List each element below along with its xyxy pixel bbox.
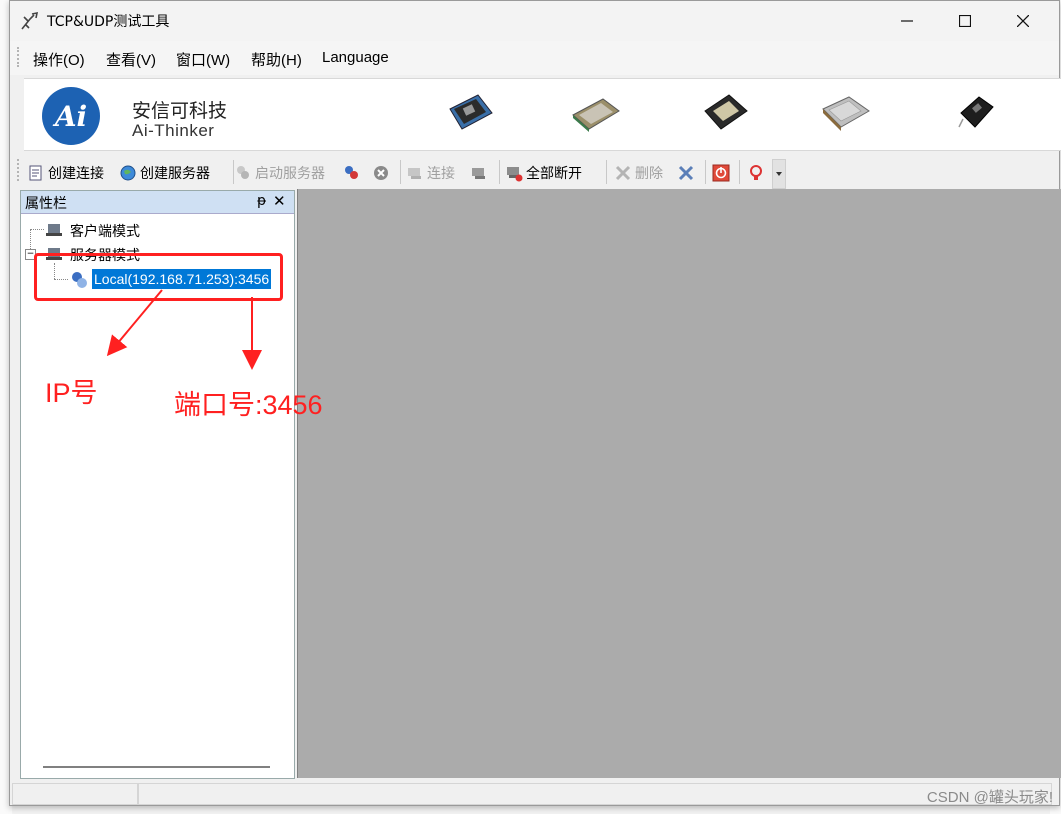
menu-help[interactable]: 帮助(H) xyxy=(251,49,302,70)
start-server-icon xyxy=(237,166,249,179)
new-document-icon xyxy=(29,165,42,181)
toolbar-overflow-button[interactable] xyxy=(772,159,786,189)
delete-label: 删除 xyxy=(635,166,663,182)
client-mode-icon xyxy=(46,224,62,236)
close-panel-icon[interactable]: ✕ xyxy=(273,192,286,210)
create-connection-button[interactable]: 创建连接 xyxy=(27,162,104,184)
disconnect-all-icon xyxy=(507,167,523,182)
help-button[interactable] xyxy=(747,162,768,184)
tree-node-client-mode[interactable]: 客户端模式 xyxy=(70,221,140,241)
company-name-cn: 安信可科技 xyxy=(132,100,228,122)
minimize-icon xyxy=(901,20,913,22)
globe-server-icon xyxy=(120,165,136,181)
panel-header: 属性栏 ᵽ ✕ xyxy=(21,191,294,214)
title-bar: TCP&UDP测试工具 xyxy=(10,1,1059,41)
company-name-en: Ai-Thinker xyxy=(132,121,215,140)
toolbar-grip xyxy=(17,159,21,181)
menu-bar xyxy=(10,41,1059,75)
power-button[interactable] xyxy=(712,162,733,184)
create-connection-label: 创建连接 xyxy=(48,166,104,182)
toolbar-separator xyxy=(499,160,500,184)
help-icon xyxy=(750,165,762,180)
annotation-highlight-box xyxy=(34,253,283,301)
toolbar-separator xyxy=(400,160,401,184)
menu-language[interactable]: Language xyxy=(322,49,389,66)
ai-thinker-logo: Ai xyxy=(42,87,100,145)
wifi-module-image-3 xyxy=(704,94,748,130)
power-icon xyxy=(712,164,730,182)
clear-button[interactable] xyxy=(677,162,698,184)
menu-view[interactable]: 查看(V) xyxy=(106,49,156,70)
menubar-grip xyxy=(17,47,21,67)
toolbar-separator xyxy=(739,160,740,184)
disconnect-all-label: 全部断开 xyxy=(526,166,582,182)
menu-operate[interactable]: 操作(O) xyxy=(33,49,85,70)
create-server-label: 创建服务器 xyxy=(140,166,210,182)
wifi-module-image-5 xyxy=(958,96,994,128)
start-server-button[interactable]: 启动服务器 xyxy=(234,162,325,184)
connect-icon xyxy=(408,168,421,179)
watermark: CSDN @罐头玩家! xyxy=(926,789,1053,806)
disconnect-all-button[interactable]: 全部断开 xyxy=(505,162,582,184)
disconnect-icon xyxy=(472,168,485,179)
delete-button[interactable]: 删除 xyxy=(614,162,663,184)
clear-icon xyxy=(678,165,694,181)
status-segment xyxy=(12,783,138,805)
stop-button[interactable] xyxy=(372,162,393,184)
main-content-area xyxy=(297,189,1061,778)
close-icon xyxy=(1017,15,1029,27)
close-button[interactable] xyxy=(994,1,1052,41)
app-logo-icon xyxy=(21,11,39,30)
create-server-button[interactable]: 创建服务器 xyxy=(119,162,210,184)
pin-icon[interactable]: ᵽ xyxy=(257,193,266,209)
wifi-module-image-1 xyxy=(449,94,493,130)
start-server-label: 启动服务器 xyxy=(255,166,325,182)
toolbar-separator xyxy=(606,160,607,184)
connect-label: 连接 xyxy=(427,166,455,182)
delete-x-icon xyxy=(615,165,631,181)
disconnect-button[interactable] xyxy=(470,162,491,184)
logo-text: Ai xyxy=(54,99,88,133)
status-segment xyxy=(138,783,1052,805)
chevron-down-icon xyxy=(776,172,782,176)
menu-window[interactable]: 窗口(W) xyxy=(176,49,230,70)
window-title: TCP&UDP测试工具 xyxy=(47,14,170,30)
annotation-port-label: 端口号:3456 xyxy=(174,390,323,420)
server-users-button[interactable] xyxy=(342,162,363,184)
maximize-icon xyxy=(959,15,971,27)
maximize-button[interactable] xyxy=(936,1,994,41)
annotation-ip-label: IP号 xyxy=(45,378,98,408)
wifi-module-image-2 xyxy=(572,98,620,132)
toolbar-separator xyxy=(705,160,706,184)
app-window: TCP&UDP测试工具 操作(O) 查看(V) 窗口(W) 帮助(H) Lang… xyxy=(9,0,1061,806)
wifi-module-image-4 xyxy=(822,96,870,131)
vendor-banner: Ai 安信可科技 Ai-Thinker xyxy=(24,78,1061,151)
panel-title: 属性栏 xyxy=(25,196,67,212)
users-icon xyxy=(345,166,358,179)
stop-circle-icon xyxy=(374,166,388,180)
connect-button[interactable]: 连接 xyxy=(406,162,455,184)
tree-line xyxy=(30,229,44,230)
minimize-button[interactable] xyxy=(878,1,936,41)
horizontal-scrollbar[interactable] xyxy=(43,766,270,768)
